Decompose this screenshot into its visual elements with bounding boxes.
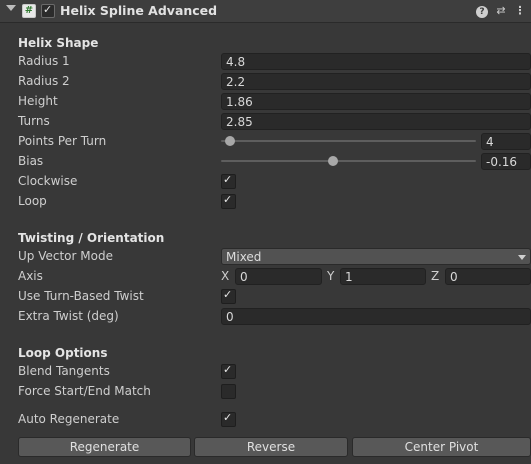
component-enabled-checkbox[interactable]: ✓ bbox=[41, 3, 55, 18]
axis-label: Axis bbox=[18, 269, 43, 283]
axis-z-label: Z bbox=[431, 269, 440, 283]
up-vector-mode-dropdown[interactable]: Mixed bbox=[221, 248, 531, 265]
height-field[interactable]: 1.86 bbox=[221, 93, 531, 110]
clockwise-label: Clockwise bbox=[18, 174, 78, 188]
extra-twist-label: Extra Twist (deg) bbox=[18, 309, 119, 323]
turns-label: Turns bbox=[18, 114, 50, 128]
radius1-label: Radius 1 bbox=[18, 54, 70, 68]
up-vector-mode-label: Up Vector Mode bbox=[18, 249, 113, 263]
axis-y-label: Y bbox=[327, 269, 335, 283]
blend-tangents-label: Blend Tangents bbox=[18, 364, 110, 378]
section-loop-options: Loop Options bbox=[18, 346, 108, 360]
foldout-arrow-icon[interactable] bbox=[6, 5, 16, 11]
axis-z-field[interactable]: 0 bbox=[445, 268, 531, 285]
radius2-label: Radius 2 bbox=[18, 74, 70, 88]
radius1-field[interactable]: 4.8 bbox=[221, 53, 531, 70]
kebab-menu-icon[interactable]: ⋮ bbox=[512, 3, 528, 19]
turn-based-twist-checkbox[interactable]: ✓ bbox=[221, 288, 236, 304]
radius2-field[interactable]: 2.2 bbox=[221, 73, 531, 90]
turn-based-twist-label: Use Turn-Based Twist bbox=[18, 289, 144, 303]
points-slider-track[interactable] bbox=[221, 140, 476, 142]
clockwise-checkbox[interactable]: ✓ bbox=[221, 173, 236, 189]
auto-regenerate-checkbox[interactable]: ✓ bbox=[221, 411, 236, 427]
component-title: Helix Spline Advanced bbox=[60, 3, 218, 18]
axis-x-field[interactable]: 0 bbox=[235, 268, 322, 285]
axis-y-field[interactable]: 1 bbox=[340, 268, 426, 285]
loop-checkbox[interactable]: ✓ bbox=[221, 193, 236, 209]
chevron-down-icon bbox=[518, 255, 526, 260]
loop-label: Loop bbox=[18, 194, 47, 208]
help-icon[interactable]: ? bbox=[474, 3, 490, 19]
points-per-turn-field[interactable]: 4 bbox=[481, 133, 531, 150]
height-label: Height bbox=[18, 94, 58, 108]
force-start-end-label: Force Start/End Match bbox=[18, 384, 151, 398]
bias-slider-thumb[interactable] bbox=[327, 156, 338, 166]
bias-slider-track[interactable] bbox=[221, 160, 476, 162]
presets-icon[interactable]: ⇄ bbox=[493, 3, 509, 19]
center-pivot-button[interactable]: Center Pivot bbox=[352, 437, 531, 457]
points-slider-thumb[interactable] bbox=[225, 136, 235, 146]
regenerate-button[interactable]: Regenerate bbox=[18, 437, 191, 457]
bias-label: Bias bbox=[18, 154, 44, 168]
auto-regenerate-label: Auto Regenerate bbox=[18, 412, 120, 426]
points-per-turn-label: Points Per Turn bbox=[18, 134, 107, 148]
bias-field[interactable]: -0.16 bbox=[481, 153, 531, 170]
axis-x-label: X bbox=[221, 269, 230, 283]
extra-twist-field[interactable]: 0 bbox=[221, 308, 531, 325]
force-start-end-checkbox[interactable]: ✓ bbox=[221, 384, 236, 399]
script-icon: # bbox=[22, 4, 36, 18]
reverse-button[interactable]: Reverse bbox=[194, 437, 348, 457]
section-twisting-orientation: Twisting / Orientation bbox=[18, 231, 165, 245]
turns-field[interactable]: 2.85 bbox=[221, 113, 531, 130]
section-helix-shape: Helix Shape bbox=[18, 36, 99, 50]
blend-tangents-checkbox[interactable]: ✓ bbox=[221, 363, 236, 379]
